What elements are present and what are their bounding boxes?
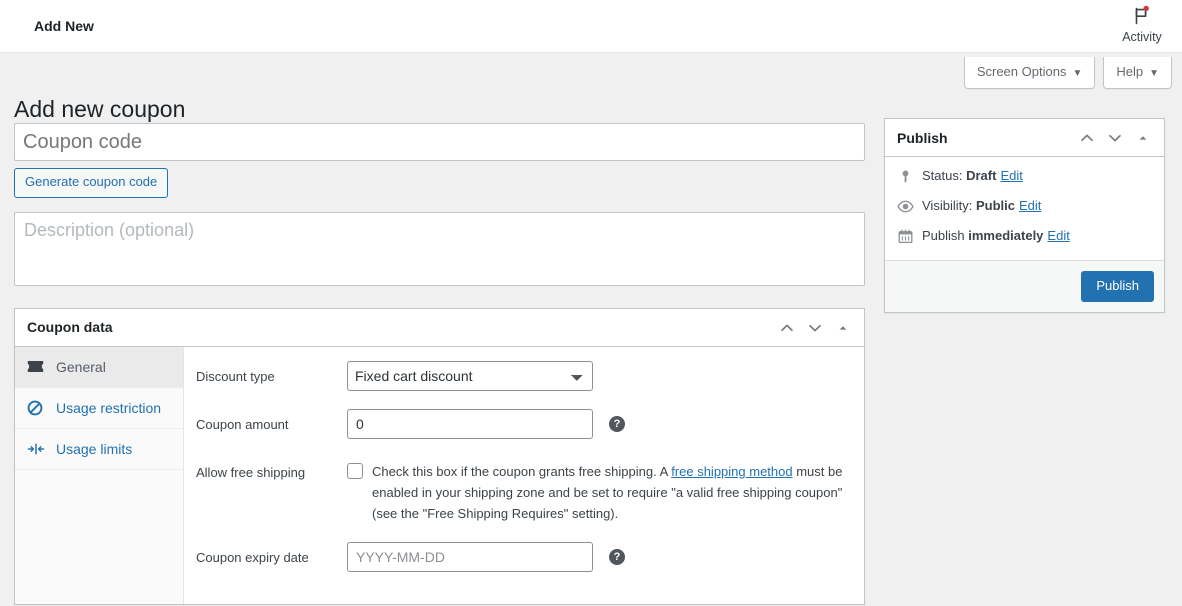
activity-label: Activity [1122, 30, 1162, 44]
edit-visibility-link[interactable]: Edit [1019, 197, 1041, 215]
help-tip-icon[interactable]: ? [609, 549, 625, 566]
help-button[interactable]: Help ▼ [1103, 57, 1172, 89]
ticket-icon [27, 358, 49, 376]
publish-status-list: Status: Draft Edit Visibility: Public Edit [885, 157, 1164, 260]
page-title: Add new coupon [14, 96, 186, 123]
coupon-data-header: Coupon data [15, 309, 864, 347]
status-value: Draft [966, 168, 997, 183]
admin-bar-title: Add New [34, 18, 94, 34]
visibility-prefix: Visibility: [922, 198, 973, 214]
activity-button[interactable]: Activity [1110, 4, 1174, 44]
publish-footer: Publish [885, 259, 1164, 313]
discount-type-select[interactable]: Fixed cart discount [347, 360, 593, 391]
admin-bar: Add New Activity [0, 0, 1182, 53]
allow-free-shipping-label: Allow free shipping [196, 464, 306, 480]
coupon-expiry-date-label: Coupon expiry date [196, 550, 309, 566]
edit-schedule-link[interactable]: Edit [1047, 227, 1069, 245]
publish-button[interactable]: Publish [1081, 270, 1154, 303]
screen-options-button[interactable]: Screen Options ▼ [963, 57, 1096, 89]
toggle-triangle-icon[interactable] [830, 313, 856, 343]
coupon-expiry-date-input[interactable] [347, 542, 593, 573]
publish-header-controls [1074, 119, 1156, 157]
free-shipping-method-link[interactable]: free shipping method [671, 464, 792, 479]
sidebar-column: Publish Status: Draft Edit Visibility: P… [884, 118, 1165, 314]
calendar-icon [895, 229, 915, 244]
discount-type-label: Discount type [196, 368, 275, 384]
post-status-pin-icon [895, 169, 915, 184]
tab-usage-limits[interactable]: Usage limits [15, 429, 183, 470]
publish-header: Publish [885, 119, 1164, 157]
chevron-down-icon: ▼ [1149, 68, 1159, 79]
edit-status-link[interactable]: Edit [1000, 167, 1022, 185]
publish-title: Publish [897, 129, 948, 146]
publish-metabox: Publish Status: Draft Edit Visibility: P… [884, 118, 1165, 314]
coupon-amount-input[interactable] [347, 408, 593, 439]
schedule-value: immediately [968, 228, 1044, 244]
free-shipping-text-part1: Check this box if the coupon grants free… [372, 463, 672, 479]
coupon-data-tabs: General Usage restriction Usage limits [15, 346, 184, 605]
publish-row-visibility: Visibility: Public Edit [895, 197, 1152, 215]
chevron-up-icon[interactable] [774, 313, 800, 343]
allow-free-shipping-checkbox[interactable] [347, 462, 363, 479]
publish-row-status: Status: Draft Edit [895, 167, 1152, 185]
coupon-amount-label: Coupon amount [196, 416, 289, 432]
field-allow-free-shipping: Allow free shipping Check this box if th… [184, 457, 864, 524]
coupon-data-body: General Usage restriction Usage limits D… [15, 346, 864, 605]
generate-coupon-code-button[interactable]: Generate coupon code [14, 168, 169, 198]
tab-usage-restriction-label: Usage restriction [56, 399, 162, 416]
chevron-down-icon: ▼ [1072, 68, 1083, 79]
screen-meta-links: Screen Options ▼ Help ▼ [963, 57, 1172, 89]
visibility-eye-icon [895, 200, 915, 213]
tab-general-label: General [56, 358, 106, 375]
circle-slash-icon [27, 399, 49, 417]
chevron-down-icon[interactable] [802, 313, 828, 343]
allow-free-shipping-description: Check this box if the coupon grants free… [372, 461, 852, 524]
coupon-description-textarea[interactable] [14, 211, 865, 286]
coupon-data-header-controls [774, 309, 856, 347]
coupon-data-title: Coupon data [27, 319, 113, 336]
publish-row-schedule: Publish immediately Edit [895, 227, 1152, 245]
visibility-value: Public [975, 198, 1015, 214]
usage-limits-icon [27, 440, 49, 458]
field-coupon-amount: Coupon amount ? [184, 408, 864, 439]
schedule-prefix: Publish [922, 228, 965, 244]
chevron-down-icon[interactable] [1102, 123, 1128, 153]
tab-general[interactable]: General [15, 346, 183, 388]
coupon-data-general-panel: Discount type Fixed cart discount Coupon… [184, 346, 864, 605]
help-tip-icon[interactable]: ? [609, 415, 625, 432]
tab-usage-restriction[interactable]: Usage restriction [15, 388, 183, 429]
field-coupon-expiry-date: Coupon expiry date ? [184, 542, 864, 573]
main-content-column: Generate coupon code Coupon data [14, 123, 865, 606]
chevron-up-icon[interactable] [1074, 123, 1100, 153]
toggle-triangle-icon[interactable] [1130, 123, 1156, 153]
page-body: Screen Options ▼ Help ▼ Add new coupon Gen… [0, 53, 1182, 606]
coupon-data-metabox: Coupon data General Usage restriction Us… [14, 307, 865, 606]
status-prefix: Status: [922, 168, 963, 183]
flag-activity-icon [1110, 4, 1174, 28]
coupon-code-input[interactable] [14, 123, 865, 161]
field-discount-type: Discount type Fixed cart discount [184, 360, 864, 391]
tab-usage-limits-label: Usage limits [56, 440, 133, 457]
help-label: Help [1116, 64, 1144, 79]
screen-options-label: Screen Options [976, 64, 1067, 79]
